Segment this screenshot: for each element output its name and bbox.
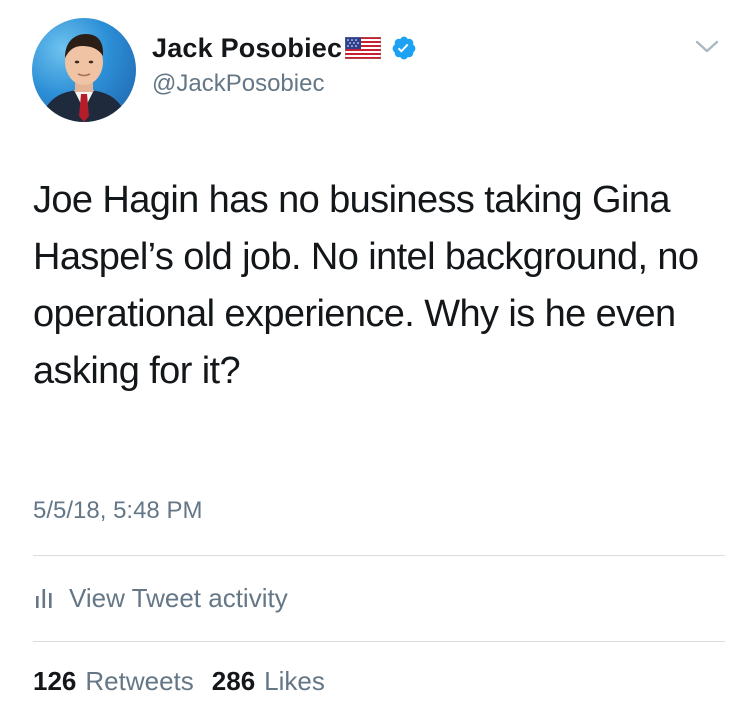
divider	[33, 555, 725, 556]
likes-label[interactable]: Likes	[264, 666, 325, 697]
author-handle[interactable]: @JackPosobiec	[152, 70, 324, 98]
divider	[33, 641, 725, 642]
likes-count[interactable]: 286	[212, 666, 255, 697]
view-tweet-activity-button[interactable]: View Tweet activity	[33, 578, 288, 618]
retweets-count[interactable]: 126	[33, 666, 76, 697]
tweet-timestamp[interactable]: 5/5/18, 5:48 PM	[33, 497, 202, 525]
us-flag-icon	[344, 36, 382, 60]
engagement-stats: 126 Retweets 286 Likes	[33, 666, 343, 697]
tweet-card: Jack Posobiec @JackPosobiec Joe Hagin ha…	[0, 0, 750, 725]
avatar[interactable]	[32, 18, 136, 122]
view-tweet-activity-label: View Tweet activity	[69, 582, 288, 613]
display-name[interactable]: Jack Posobiec	[152, 33, 342, 64]
tweet-text: Joe Hagin has no business taking Gina Ha…	[33, 179, 699, 392]
analytics-bars-icon	[33, 587, 55, 609]
retweets-label[interactable]: Retweets	[85, 666, 193, 697]
chevron-down-icon[interactable]	[692, 36, 722, 58]
avatar-photo	[40, 34, 128, 122]
verified-badge-icon	[391, 35, 417, 61]
author-name-row[interactable]: Jack Posobiec	[152, 31, 417, 65]
